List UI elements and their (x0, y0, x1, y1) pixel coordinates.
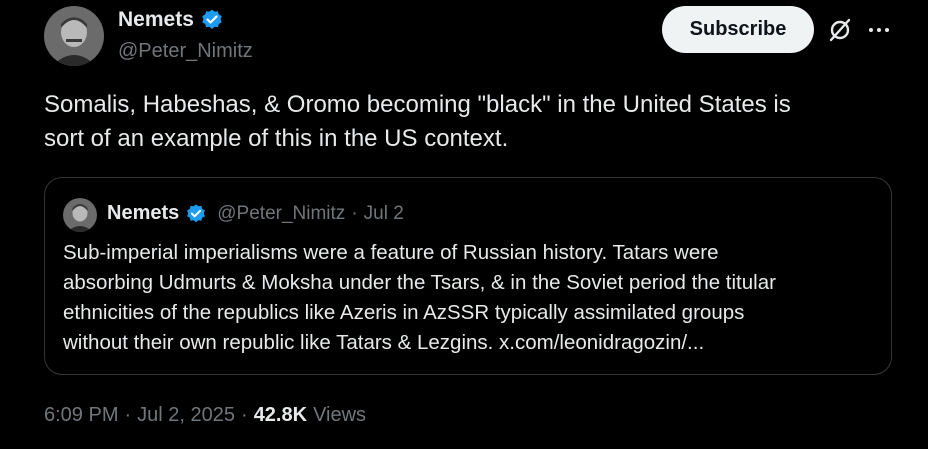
more-dots-icon[interactable] (866, 20, 892, 40)
quoted-tweet-card[interactable]: Nemets @Peter_Nimitz · Jul 2 Sub-imperia… (44, 177, 892, 375)
subscribe-button[interactable]: Subscribe (662, 6, 814, 53)
tweet-text: Somalis, Habeshas, & Oromo becoming "bla… (44, 88, 904, 156)
separator-dot: · (351, 202, 358, 224)
quoted-text-line: ethnicities of the republics like Azeris… (63, 301, 745, 324)
quoted-tweet-date[interactable]: Jul 2 (364, 203, 404, 225)
quoted-author-avatar[interactable] (63, 198, 97, 232)
verified-badge-icon (200, 8, 224, 32)
tweet-meta: 6:09 PM · Jul 2, 2025 · 42.8K Views (44, 404, 366, 427)
tweet-time[interactable]: 6:09 PM (44, 404, 118, 427)
author-handle[interactable]: @Peter_Nimitz (118, 40, 253, 63)
tweet-date[interactable]: Jul 2, 2025 (137, 404, 235, 427)
views-count: 42.8K (253, 404, 308, 426)
tweet: Nemets @Peter_Nimitz Subscribe Somalis, … (0, 0, 928, 449)
tweet-text-line: Somalis, Habeshas, & Oromo becoming "bla… (44, 91, 791, 118)
quoted-author-handle[interactable]: @Peter_Nimitz (217, 203, 345, 225)
separator-dot: · (241, 404, 248, 426)
tweet-text-line: sort of an example of this in the US con… (44, 125, 509, 152)
author-avatar[interactable] (44, 6, 104, 66)
author-name[interactable]: Nemets (118, 8, 194, 32)
verified-badge-icon (185, 203, 207, 225)
author-name-row[interactable]: Nemets (118, 8, 224, 32)
quoted-author-name[interactable]: Nemets (107, 202, 179, 225)
grok-icon[interactable] (826, 16, 854, 44)
quoted-tweet-text: Sub-imperial imperialisms were a feature… (63, 238, 883, 358)
quoted-text-line: Sub-imperial imperialisms were a feature… (63, 241, 719, 264)
quoted-text-line: without their own republic like Tatars &… (63, 331, 705, 354)
quoted-tweet-header: Nemets @Peter_Nimitz · Jul 2 (107, 202, 404, 225)
views-label: Views (313, 404, 367, 426)
separator-dot: · (124, 404, 132, 426)
quoted-text-line: absorbing Udmurts & Moksha under the Tsa… (63, 271, 776, 294)
